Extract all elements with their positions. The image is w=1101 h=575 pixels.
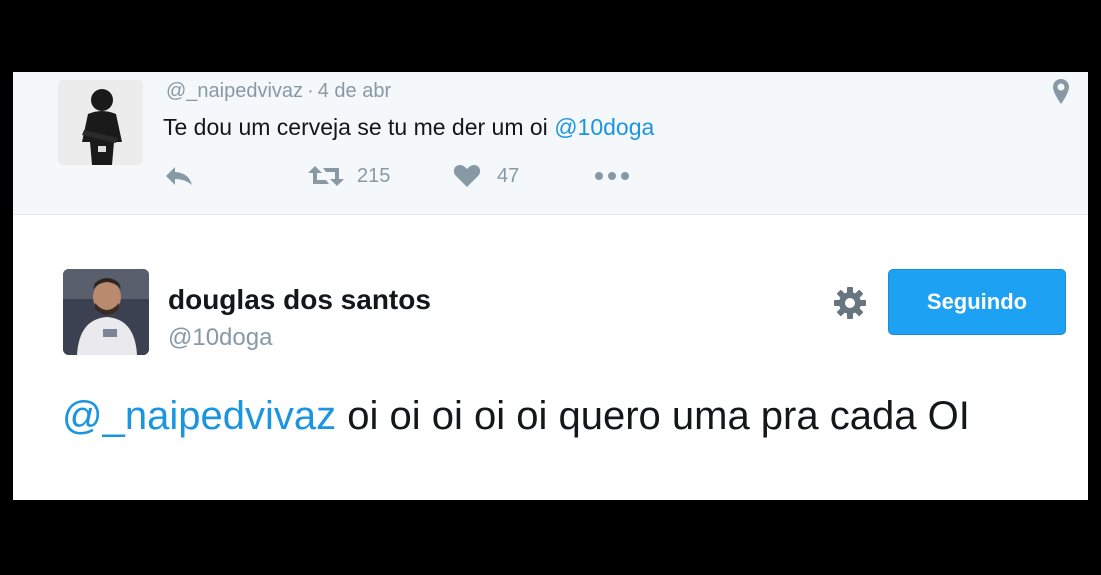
parent-tweet[interactable]: @_naipedvivaz · 4 de abr Te dou um cerveja… [13,72,1088,215]
user-name[interactable]: douglas dos santos [168,284,431,316]
parent-tweet-header: @_naipedvivaz · 4 de abr [166,80,391,103]
retweet-button[interactable]: 215 [307,164,390,188]
more-button[interactable] [593,164,631,188]
heart-icon [453,165,481,187]
avatar[interactable] [58,80,143,165]
more-icon [595,172,629,180]
following-button[interactable]: Seguindo [888,269,1066,335]
tweet-date[interactable]: 4 de abr [318,80,391,102]
parent-tweet-text: Te dou um cerveja se tu me der um oi @10… [163,114,654,141]
tweet-text: oi oi oi oi oi quero uma pra cada OI [336,394,970,438]
separator: · [307,80,314,102]
tweet-actions: 215 47 [13,164,1088,194]
focused-tweet-text: @_naipedvivaz oi oi oi oi oi quero uma p… [62,388,1052,444]
user-handle[interactable]: @10doga [168,324,272,352]
parent-handle[interactable]: @_naipedvivaz [166,80,303,102]
location-pin-icon[interactable] [1051,78,1071,106]
retweet-count: 215 [357,164,391,187]
gear-icon[interactable] [833,286,867,320]
like-count: 47 [497,164,520,187]
avatar[interactable] [63,269,149,355]
reply-button[interactable] [163,164,195,188]
tweet-text: Te dou um cerveja se tu me der um oi [163,114,555,140]
like-button[interactable]: 47 [453,164,519,188]
retweet-icon [308,166,344,186]
mention-link[interactable]: @10doga [554,114,654,140]
reply-icon [166,167,192,185]
tweet-frame: @_naipedvivaz · 4 de abr Te dou um cerveja… [13,72,1088,500]
mention-link[interactable]: @_naipedvivaz [62,394,336,438]
